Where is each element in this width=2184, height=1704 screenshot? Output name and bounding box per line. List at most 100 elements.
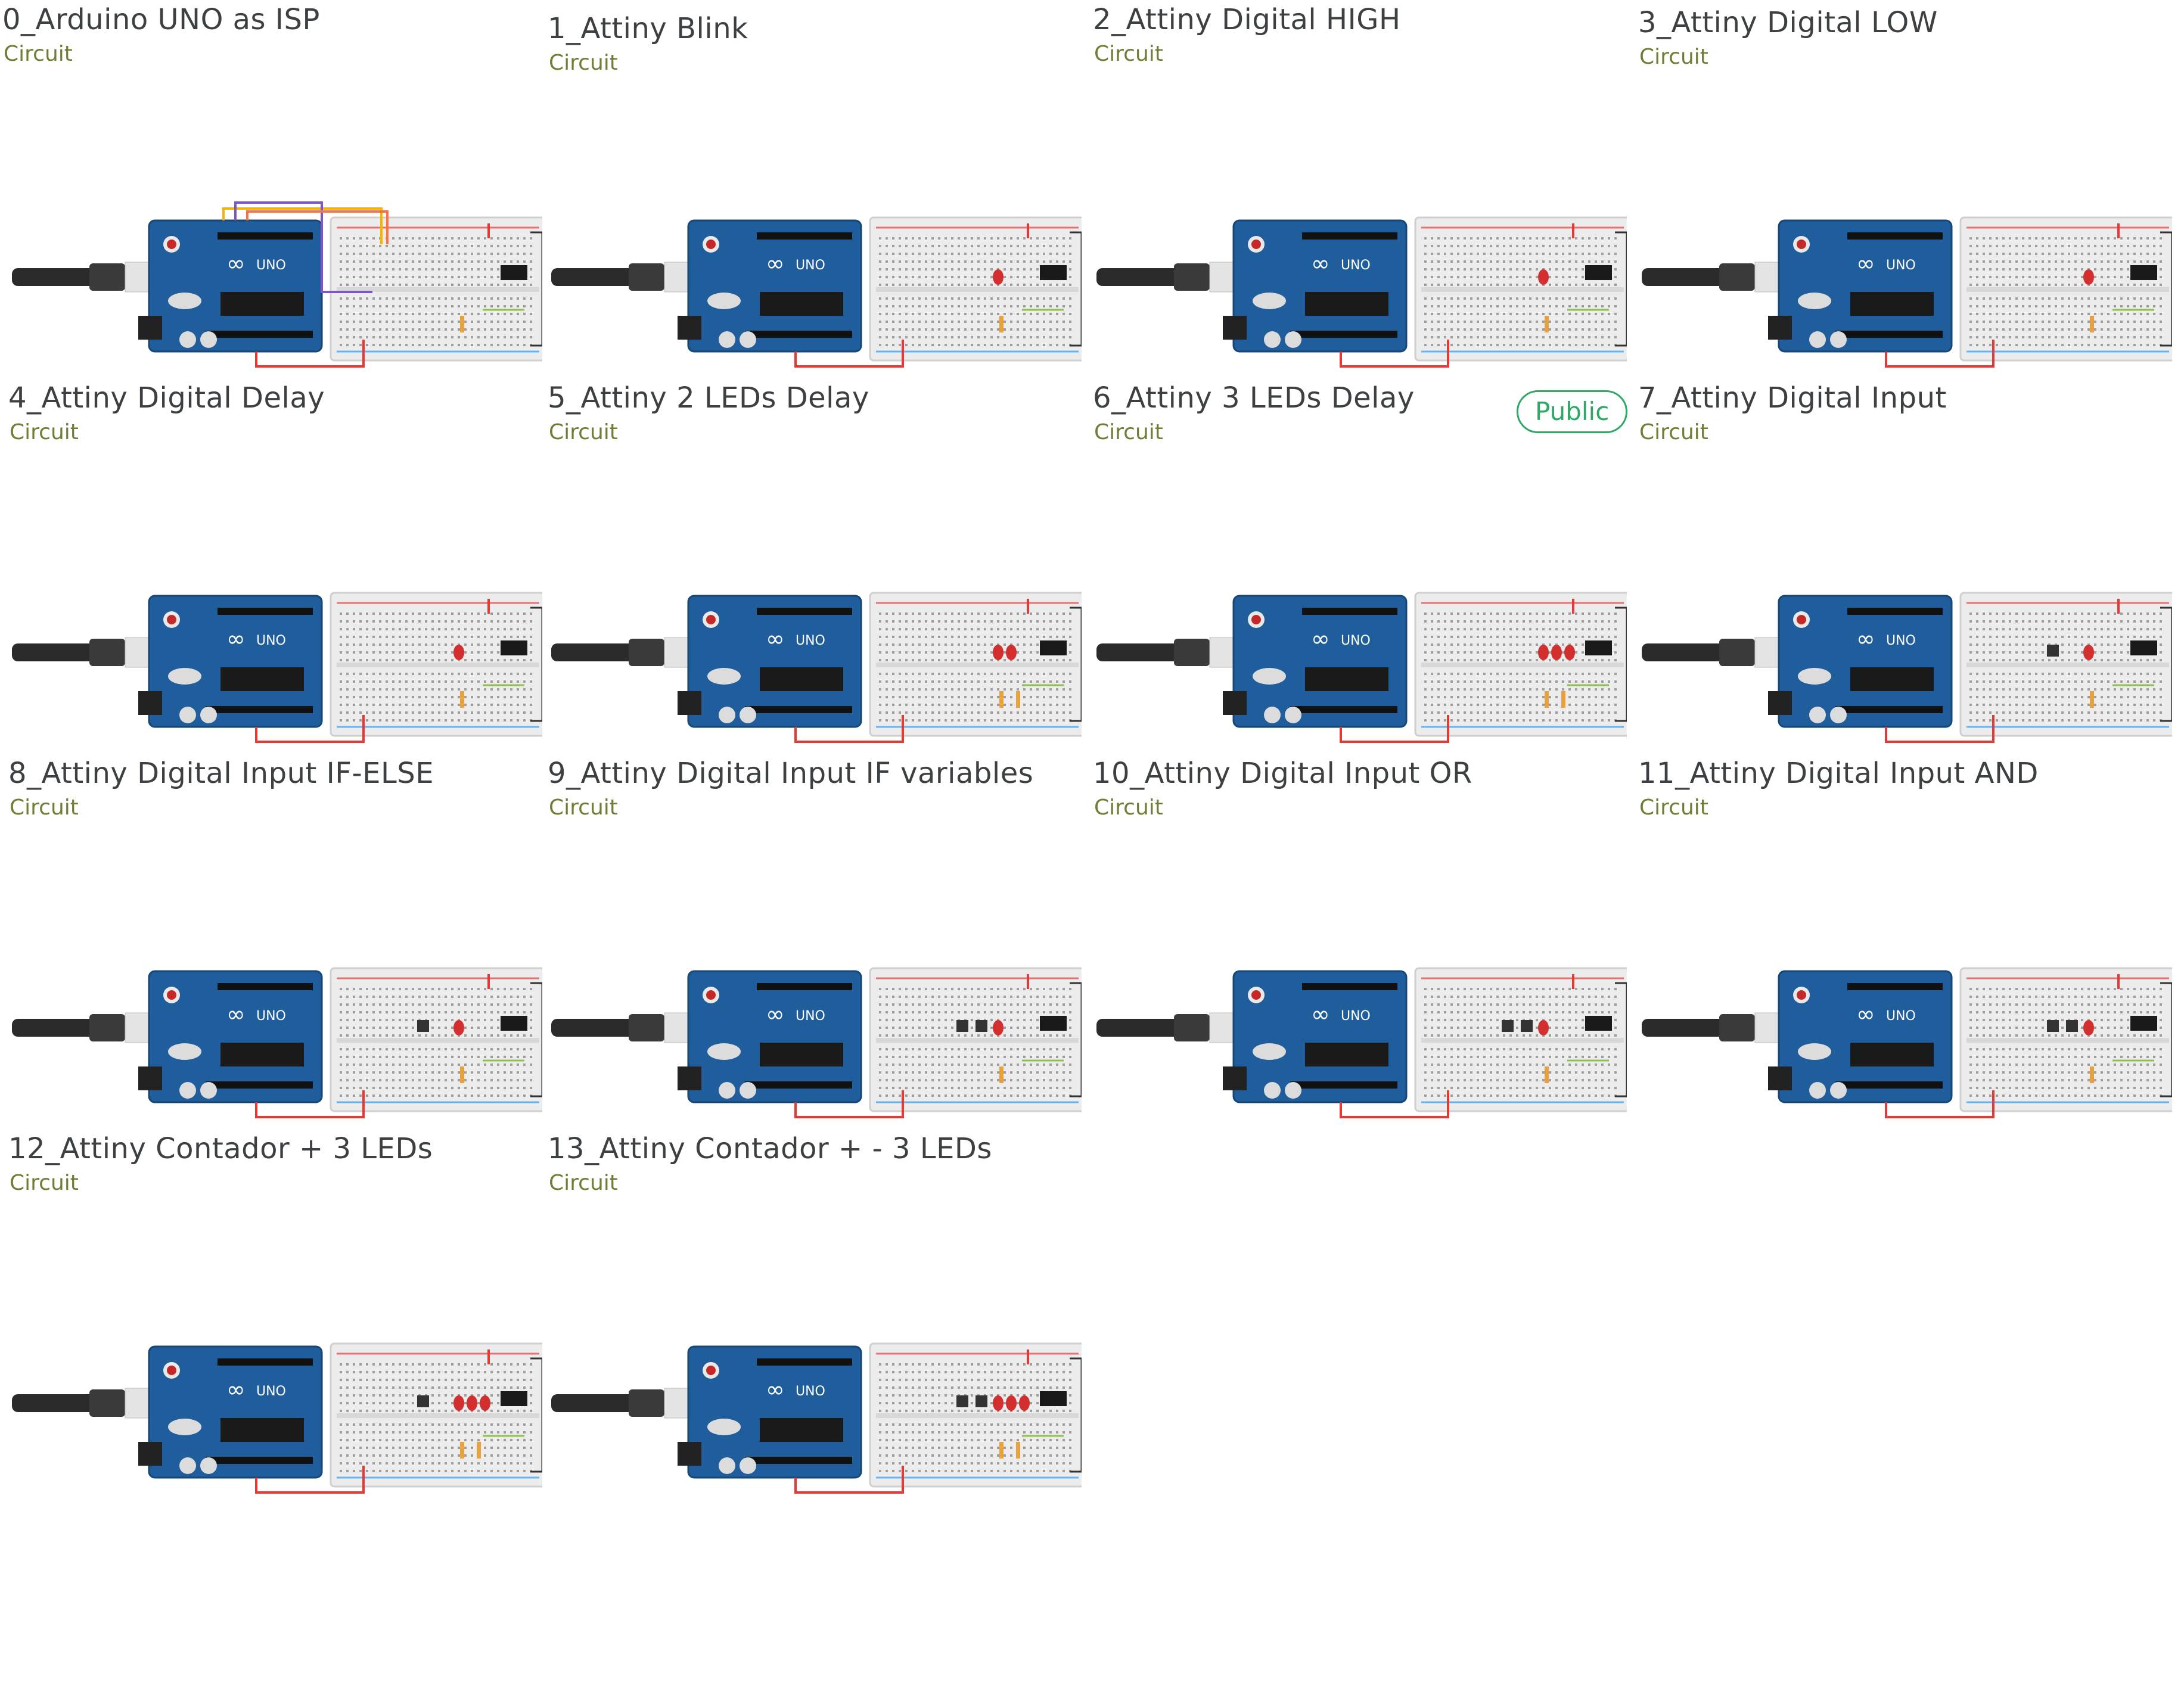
circuit-thumbnail[interactable]: ∞UNO [545,1323,1082,1501]
project-title[interactable]: 8_Attiny Digital Input IF-ELSE [8,757,434,790]
project-title[interactable]: 6_Attiny 3 LEDs Delay [1093,381,1415,415]
circuit-preview: ∞UNO [545,947,1082,1126]
attiny-chip-icon [1040,265,1067,280]
project-card[interactable]: ∞UNO6_Attiny 3 LEDs DelayCircuit [1091,197,1627,578]
usb-plug [1174,639,1210,666]
arduino-board-icon: ∞UNO [138,596,322,727]
project-card[interactable]: ∞UNO9_Attiny Digital Input IF variablesC… [545,572,1082,953]
project-type-label: Circuit [1094,42,1163,66]
resistor-icon [1545,691,1549,708]
svg-text:∞: ∞ [1856,626,1875,652]
usb-cable [551,643,635,661]
project-card[interactable]: 0_Arduino UNO as ISP Circuit [0,0,536,200]
project-type-label: Circuit [1094,795,1163,820]
svg-text:∞: ∞ [1856,250,1875,276]
circuit-thumbnail[interactable]: ∞UNO [545,572,1082,751]
project-card[interactable]: ∞UNO11_Attiny Digital Input ANDCircuit [1636,572,2172,953]
arduino-board-icon: ∞ UNO [1768,596,1952,727]
project-title[interactable]: 12_Attiny Contador + 3 LEDs [8,1132,433,1165]
attiny-chip-icon [1585,640,1612,655]
breadboard-icon [870,1344,1082,1487]
usb-plug [89,1389,125,1417]
circuit-thumbnail[interactable]: ∞UNO [1091,572,1627,751]
circuit-thumbnail[interactable]: ∞UNO [6,572,542,751]
project-card[interactable]: ∞UNO [1636,947,2172,1329]
svg-text:∞: ∞ [226,626,246,652]
circuit-thumbnail[interactable]: ∞ UNO [1636,572,2172,751]
project-type-label: Circuit [4,42,73,66]
led-icon [453,645,464,660]
attiny-chip-icon [501,1391,527,1406]
project-title[interactable]: 9_Attiny Digital Input IF variables [548,757,1033,790]
projects-grid: 0_Arduino UNO as ISPCircuit1_Attiny Blin… [0,0,2184,1498]
project-card[interactable]: ∞UNO [545,1323,1082,1704]
project-card[interactable]: ∞UNO7_Attiny Digital InputCircuit [1636,197,2172,578]
breadboard-icon [1961,217,2172,360]
usb-plug [89,1014,125,1041]
svg-text:∞: ∞ [766,250,785,276]
project-card[interactable]: 1_Attiny Blink Circuit [545,0,1082,209]
led-icon [1551,645,1562,660]
project-card[interactable]: ∞UNO 8_Attiny Digital Input IF-ELSE Circui… [6,572,542,953]
led-icon [1564,645,1575,660]
usb-plug [89,263,125,291]
led-icon [2083,645,2094,660]
led-icon [1538,269,1549,285]
project-card[interactable]: ∞UNO 10_Attiny Digital Input OR Circuit [1091,572,1627,953]
project-card[interactable]: ∞UNO [1091,947,1627,1329]
project-title[interactable]: 7_Attiny Digital Input [1638,381,1947,415]
led-icon [1538,645,1549,660]
circuit-thumbnail[interactable]: ∞UNO [545,197,1082,375]
led-icon [1006,645,1017,660]
project-title[interactable]: 11_Attiny Digital Input AND [1638,757,2039,790]
arduino-board-icon: ∞UNO [678,596,861,727]
svg-text:UNO: UNO [1341,258,1371,273]
project-type-label: Circuit [549,51,618,75]
circuit-thumbnail[interactable]: ∞UNO [6,1323,542,1501]
circuit-thumbnail[interactable]: ∞UNO [1636,197,2172,375]
usb-cable [1096,268,1180,286]
project-card[interactable]: ∞UNO 12_Attiny Contador + 3 LEDs Circuit [6,947,542,1329]
circuit-thumbnail[interactable]: ∞UNO [6,947,542,1126]
project-card[interactable]: ∞UNO13_Attiny Contador + - 3 LEDsCircuit [545,947,1082,1329]
attiny-chip-icon [1040,1391,1067,1406]
project-card[interactable]: 3_Attiny Digital LOWCircuit [1636,0,2172,203]
project-title[interactable]: 10_Attiny Digital Input OR [1093,757,1472,790]
svg-text:UNO: UNO [1886,633,1916,648]
project-title[interactable]: 5_Attiny 2 LEDs Delay [548,381,869,415]
led-icon [1019,1395,1030,1411]
project-title[interactable]: 13_Attiny Contador + - 3 LEDs [548,1132,992,1165]
project-title[interactable]: 1_Attiny Blink [548,12,748,45]
circuit-thumbnail[interactable]: ∞UNO [545,947,1082,1126]
circuit-thumbnail[interactable]: ∞UNO [6,197,542,375]
breadboard-icon [1415,593,1627,736]
led-icon [1006,1395,1017,1411]
resistor-icon [999,691,1004,708]
project-card[interactable]: ∞UNO [6,1323,542,1704]
pushbutton-icon [956,1395,968,1407]
project-type-label: Circuit [10,1171,79,1195]
resistor-icon [1545,1066,1549,1083]
arduino-board-icon: ∞UNO [1223,971,1406,1102]
project-card[interactable]: ∞UNO5_Attiny 2 LEDs DelayCircuit [545,197,1082,578]
resistor-icon [2090,316,2094,332]
breadboard-icon [1961,968,2172,1111]
circuit-thumbnail[interactable]: ∞UNO [1091,197,1627,375]
breadboard-icon [1415,217,1627,360]
attiny-chip-icon [501,640,527,655]
project-title[interactable]: 0_Arduino UNO as ISP [2,3,320,36]
circuit-thumbnail[interactable]: ∞UNO [1091,947,1627,1126]
project-card[interactable]: 2_Attiny Digital HIGH Circuit [1091,0,1627,200]
arduino-board-icon: ∞UNO [138,1347,322,1478]
project-title[interactable]: 3_Attiny Digital LOW [1638,6,1938,39]
project-title[interactable]: 4_Attiny Digital Delay [8,381,325,415]
project-type-label: Circuit [10,795,79,820]
pushbutton-icon [1502,1020,1514,1032]
project-card[interactable]: ∞UNO4_Attiny Digital DelayCircuit [6,197,542,578]
breadboard-icon [870,593,1082,736]
circuit-thumbnail[interactable]: ∞UNO [1636,947,2172,1126]
project-title[interactable]: 2_Attiny Digital HIGH [1093,3,1401,36]
attiny-chip-icon [2130,1016,2157,1031]
breadboard-icon [1961,593,2172,736]
pushbutton-icon [2047,1020,2059,1032]
